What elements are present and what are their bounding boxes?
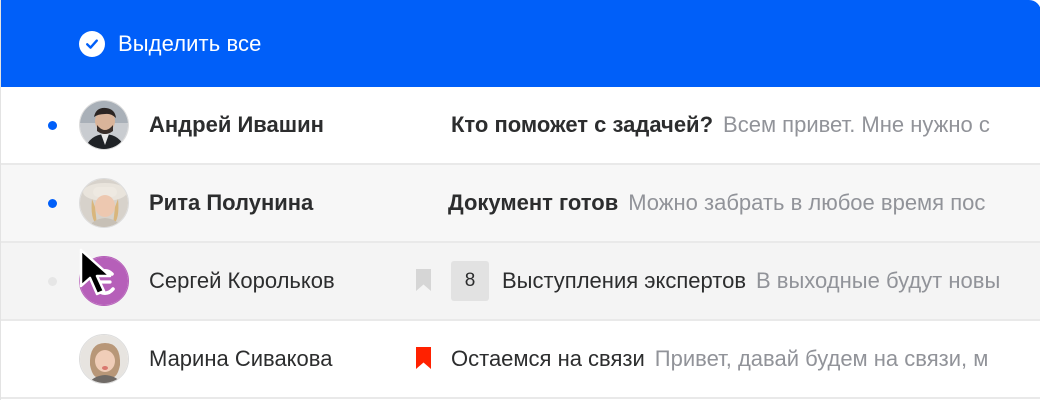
message-subject: Остаемся на связи <box>451 346 645 371</box>
message-preview[interactable]: Документ готов Можно забрать в любое врем… <box>448 190 985 216</box>
sender-name: Андрей Ивашин <box>149 112 324 137</box>
avatar-woman-hat-icon <box>80 179 128 227</box>
message-snippet: Можно забрать в любое время пос <box>628 190 986 215</box>
message-row[interactable]: Андрей Ивашин Кто поможет с задачей? Всем… <box>1 87 1040 165</box>
select-all-label: Выделить все <box>118 30 262 56</box>
message-snippet: Привет, давай будем на связи, м <box>654 346 989 371</box>
bookmark-icon[interactable] <box>415 268 432 292</box>
check-circle-icon <box>79 30 105 57</box>
message-list: Андрей Ивашин Кто поможет с задачей? Всем… <box>1 87 1040 399</box>
message-row[interactable]: Сергей Корольков 8 Выступления экспертов… <box>1 243 1040 321</box>
mail-list-window: Выделить все Андрей Ивашин Кто поможет с <box>0 0 1040 400</box>
message-row[interactable]: Марина Сивакова Остаемся на связи Привет,… <box>1 321 1040 399</box>
message-preview[interactable]: Остаемся на связи Привет, давай будем на … <box>451 346 988 372</box>
bookmark-icon[interactable] <box>415 346 432 370</box>
read-dot[interactable] <box>48 277 57 286</box>
sender-name: Марина Сивакова <box>149 346 333 371</box>
avatar-woman-icon <box>80 335 128 383</box>
message-preview[interactable]: Кто поможет с задачей? Всем привет. Мне н… <box>451 112 990 138</box>
message-snippet: Всем привет. Мне нужно с <box>723 112 990 137</box>
message-subject: Документ готов <box>448 190 619 215</box>
mouse-pointer-icon <box>79 248 112 296</box>
avatar[interactable] <box>79 178 129 228</box>
avatar[interactable] <box>79 334 129 384</box>
select-all-button[interactable]: Выделить все <box>79 30 262 57</box>
message-row[interactable]: Рита Полунина Документ готов Можно забрат… <box>1 165 1040 243</box>
avatar-man-icon <box>80 101 128 149</box>
sender-name: Сергей Корольков <box>149 268 335 293</box>
message-subject: Выступления экспертов <box>502 268 747 293</box>
selection-toolbar: Выделить все <box>1 0 1040 87</box>
message-preview[interactable]: Выступления экспертов В выходные будут но… <box>502 268 1000 294</box>
sender-name: Рита Полунина <box>149 190 314 215</box>
avatar[interactable] <box>79 100 129 150</box>
unread-dot[interactable] <box>48 121 57 130</box>
message-snippet: В выходные будут новы <box>756 268 1001 293</box>
thread-count-badge: 8 <box>451 261 489 301</box>
unread-dot[interactable] <box>48 199 57 208</box>
message-subject: Кто поможет с задачей? <box>451 112 714 137</box>
